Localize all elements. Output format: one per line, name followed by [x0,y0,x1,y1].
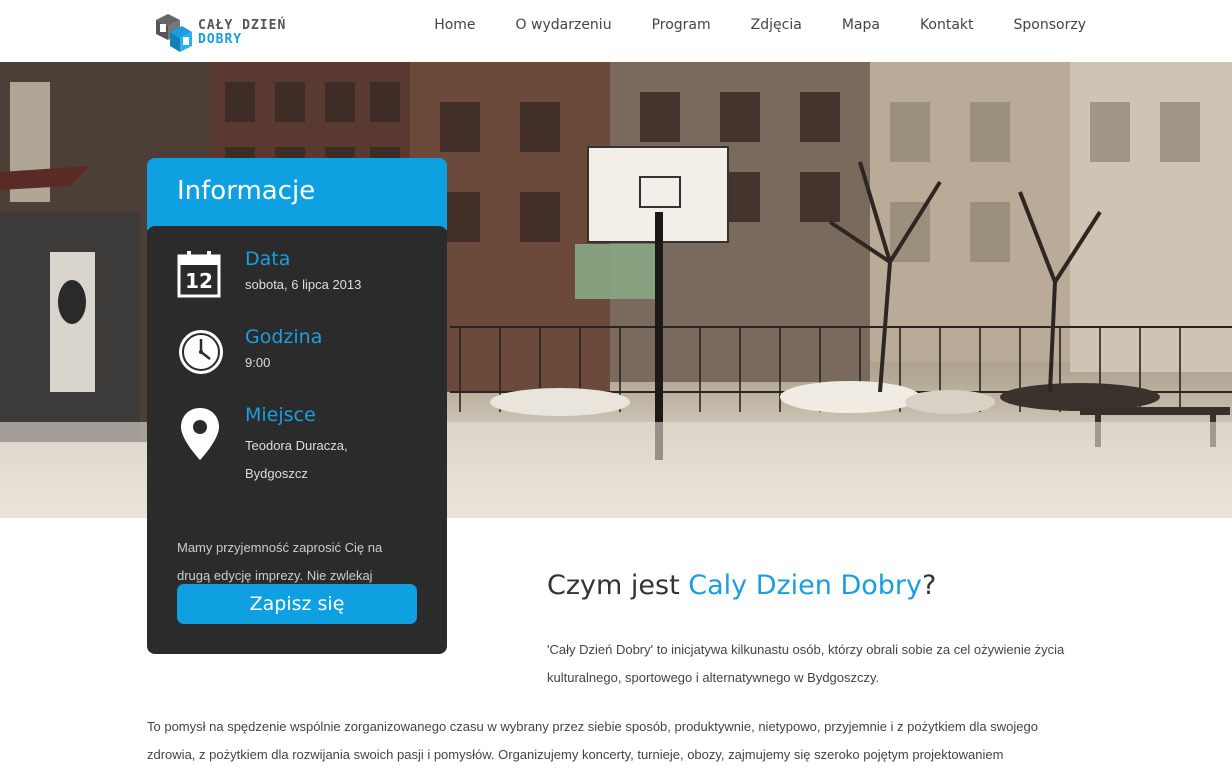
time-label: Godzina [245,326,323,348]
invitation-note: Mamy przyjemność zaprosić Cię na drugą e… [177,540,383,583]
place-line1: Teodora Duracza, [245,438,348,453]
nav-program[interactable]: Program [652,17,711,33]
about-title-prefix: Czym jest [547,570,689,601]
info-card-body: 12 Data sobota, 6 lipca 2013 Godzina 9:0… [147,226,447,654]
info-date: 12 Data sobota, 6 lipca 2013 [177,248,417,326]
about-title: Czym jest Caly Dzien Dobry? [547,570,936,601]
signup-button[interactable]: Zapisz się [177,584,417,624]
date-value: sobota, 6 lipca 2013 [245,277,362,292]
nav-map[interactable]: Mapa [842,17,880,33]
date-label: Data [245,248,291,270]
info-card-title: Informacje [177,176,316,206]
logo-cube-icon [156,14,192,52]
info-card-header: Informacje [147,158,447,230]
calendar-day: 12 [185,269,213,293]
nav-sponsors[interactable]: Sponsorzy [1014,17,1086,33]
nav-about[interactable]: O wydarzeniu [516,17,612,33]
info-card: Informacje 12 Data sobota, 6 lipca 2013 [147,158,447,654]
info-place: Miejsce Teodora Duracza, Bydgoszcz [177,404,417,504]
calendar-icon: 12 [177,251,221,298]
about-body: To pomysł na spędzenie wspólnie zorganiz… [147,719,1038,762]
logo-line2: DOBRY [198,32,243,47]
map-pin-icon [181,408,219,460]
site-header: CAŁY DZIEŃ DOBRY Home O wydarzeniu Progr… [0,0,1232,62]
logo[interactable]: CAŁY DZIEŃ DOBRY [152,10,292,56]
nav-home[interactable]: Home [434,17,475,33]
main-nav: Home O wydarzeniu Program Zdjęcia Mapa K… [394,0,1086,50]
nav-contact[interactable]: Kontakt [920,17,974,33]
place-line2: Bydgoszcz [245,466,308,481]
logo-line1: CAŁY DZIEŃ [198,18,287,33]
info-time: Godzina 9:00 [177,326,417,404]
place-label: Miejsce [245,404,316,426]
about-title-accent: Caly Dzien Dobry [688,570,923,601]
logo-text: CAŁY DZIEŃ DOBRY [198,19,286,47]
about-intro: 'Cały Dzień Dobry' to inicjatywa kilkuna… [547,642,1065,685]
time-value: 9:00 [245,355,271,370]
nav-photos[interactable]: Zdjęcia [751,17,802,33]
clock-icon [179,330,223,374]
about-title-suffix: ? [922,570,937,601]
